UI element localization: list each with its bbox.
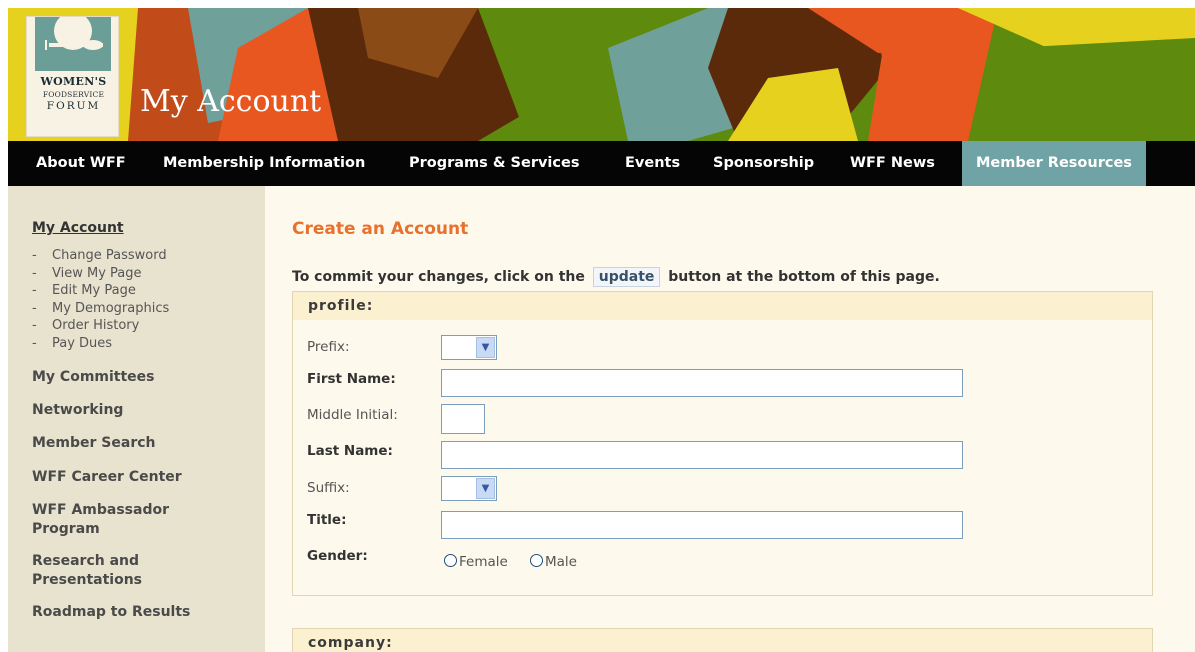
radio-circle-icon bbox=[530, 554, 543, 567]
sidebar-subitem-change-password[interactable]: - Change Password bbox=[32, 247, 167, 265]
instructions-post: button at the bottom of this page. bbox=[668, 269, 940, 285]
gender-label: Gender: bbox=[307, 548, 368, 564]
sidebar-member-search[interactable]: Member Search bbox=[32, 434, 156, 453]
title-input[interactable] bbox=[441, 511, 963, 539]
sidebar-roadmap-to-results[interactable]: Roadmap to Results bbox=[32, 603, 190, 622]
first-name-input[interactable] bbox=[441, 369, 963, 397]
nav-programs-services[interactable]: Programs & Services bbox=[409, 141, 579, 186]
sidebar-subitem-label: Change Password bbox=[52, 248, 167, 263]
sidebar-my-committees[interactable]: My Committees bbox=[32, 368, 155, 387]
prefix-label: Prefix: bbox=[307, 339, 350, 355]
bullet-dash: - bbox=[32, 318, 37, 334]
title-label: Title: bbox=[307, 512, 347, 528]
chevron-down-icon: ▼ bbox=[476, 478, 495, 499]
nav-wff-news[interactable]: WFF News bbox=[850, 141, 935, 186]
sidebar-subitem-my-demographics[interactable]: - My Demographics bbox=[32, 300, 169, 318]
logo-line-forum: FORUM bbox=[46, 100, 101, 112]
bullet-dash: - bbox=[32, 248, 37, 263]
nav-member-resources[interactable]: Member Resources bbox=[962, 141, 1146, 186]
gender-male-label: Male bbox=[545, 554, 577, 570]
logo-wordmark: WOMEN'S FOODSERVICE FORUM bbox=[27, 75, 120, 112]
sidebar-subitem-label: Order History bbox=[52, 318, 140, 334]
nav-events[interactable]: Events bbox=[625, 141, 680, 186]
suffix-label: Suffix: bbox=[307, 480, 350, 496]
bullet-dash: - bbox=[32, 283, 37, 299]
sidebar-subitem-label: Pay Dues bbox=[52, 336, 113, 351]
nav-sponsorship[interactable]: Sponsorship bbox=[713, 141, 814, 186]
sidebar-my-account[interactable]: My Account bbox=[32, 219, 124, 238]
gender-female-label: Female bbox=[459, 554, 508, 570]
sidebar-networking[interactable]: Networking bbox=[32, 401, 123, 420]
gender-female-radio[interactable]: Female bbox=[444, 554, 508, 570]
wff-logo[interactable]: WOMEN'S FOODSERVICE FORUM bbox=[26, 16, 119, 137]
bullet-dash: - bbox=[32, 265, 37, 281]
last-name-label: Last Name: bbox=[307, 443, 393, 459]
sidebar-subitem-pay-dues[interactable]: - Pay Dues bbox=[32, 335, 112, 353]
logo-plate bbox=[35, 17, 111, 71]
profile-section-heading: profile: bbox=[293, 292, 1152, 320]
update-button-reference[interactable]: update bbox=[592, 267, 661, 287]
sidebar-subitem-order-history[interactable]: - Order History bbox=[32, 317, 139, 335]
page-heading: My Account bbox=[140, 84, 322, 119]
create-account-title: Create an Account bbox=[292, 219, 469, 239]
sidebar-wff-ambassador-program[interactable]: WFF Ambassador Program bbox=[32, 501, 212, 539]
middle-initial-input[interactable] bbox=[441, 404, 485, 434]
fork-and-knife-icon bbox=[45, 17, 103, 50]
bullet-dash: - bbox=[32, 336, 37, 351]
logo-line-foodservice: FOODSERVICE bbox=[42, 90, 105, 99]
banner-artwork bbox=[8, 8, 1195, 141]
instructions-text: To commit your changes, click on the upd… bbox=[292, 267, 940, 287]
sidebar-subitem-edit-my-page[interactable]: - Edit My Page bbox=[32, 282, 136, 300]
gender-male-radio[interactable]: Male bbox=[530, 554, 577, 570]
suffix-select[interactable]: ▼ bbox=[441, 476, 497, 501]
nav-about-wff[interactable]: About WFF bbox=[36, 141, 126, 186]
sidebar-wff-career-center[interactable]: WFF Career Center bbox=[32, 468, 182, 487]
logo-line-womens: WOMEN'S bbox=[40, 75, 107, 88]
sidebar-subitem-label: My Demographics bbox=[52, 300, 170, 316]
company-section: company: bbox=[292, 628, 1153, 652]
bullet-dash: - bbox=[32, 300, 37, 316]
nav-membership-information[interactable]: Membership Information bbox=[163, 141, 365, 186]
radio-circle-icon bbox=[444, 554, 457, 567]
last-name-input[interactable] bbox=[441, 441, 963, 469]
sidebar-subitem-view-my-page[interactable]: - View My Page bbox=[32, 265, 142, 283]
header-banner: WOMEN'S FOODSERVICE FORUM My Account bbox=[8, 8, 1195, 141]
sidebar-subitem-label: Edit My Page bbox=[52, 283, 136, 299]
prefix-select[interactable]: ▼ bbox=[441, 335, 497, 360]
instructions-pre: To commit your changes, click on the bbox=[292, 269, 585, 285]
chevron-down-icon: ▼ bbox=[476, 337, 495, 358]
company-section-heading: company: bbox=[293, 629, 1152, 652]
middle-initial-label: Middle Initial: bbox=[307, 407, 398, 423]
first-name-label: First Name: bbox=[307, 371, 396, 387]
sidebar-subitem-label: View My Page bbox=[52, 265, 142, 281]
sidebar-research-presentations[interactable]: Research and Presentations bbox=[32, 552, 192, 590]
main-nav: About WFF Membership Information Program… bbox=[8, 141, 1195, 186]
